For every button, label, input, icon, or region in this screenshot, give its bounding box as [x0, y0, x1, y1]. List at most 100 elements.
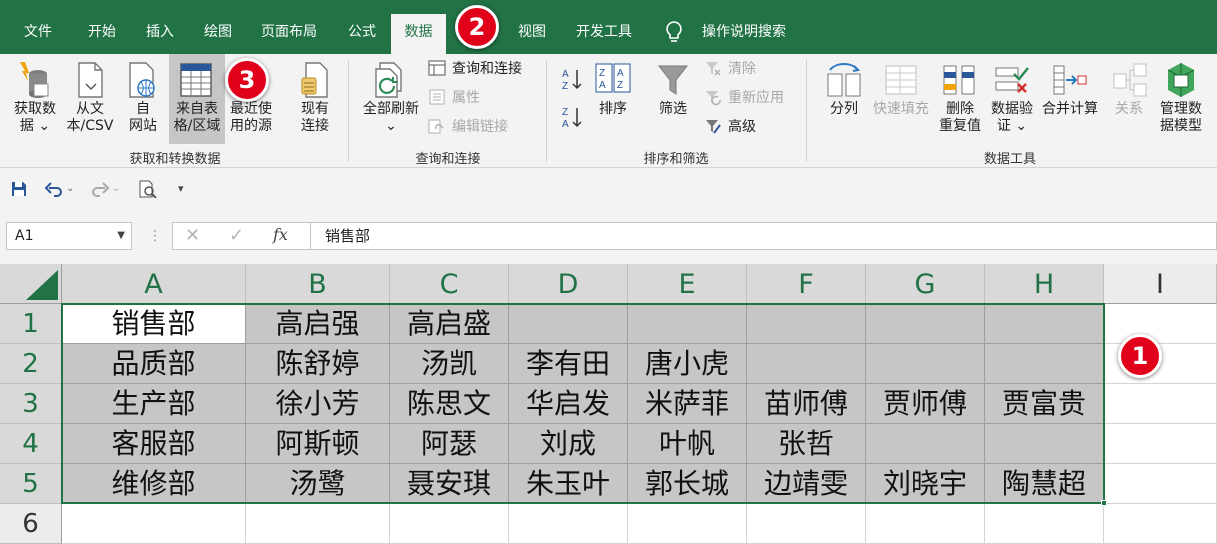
cell-c2[interactable]: 汤凯 [390, 344, 509, 384]
redo-icon[interactable] [90, 180, 110, 198]
sort-button[interactable]: ZAAZ 排序 [590, 54, 636, 144]
cell-h2[interactable] [985, 344, 1104, 384]
cell-d6[interactable] [509, 504, 628, 544]
enter-icon[interactable]: ✓ [229, 225, 244, 246]
consolidate-button[interactable]: 合并计算 [1038, 54, 1102, 144]
row-header-1[interactable]: 1 [0, 304, 62, 344]
cell-b2[interactable]: 陈舒婷 [246, 344, 390, 384]
row-header-3[interactable]: 3 [0, 384, 62, 424]
tell-me-search[interactable]: 操作说明搜索 [692, 14, 796, 54]
cell-h1[interactable] [985, 304, 1104, 344]
cell-c4[interactable]: 阿瑟 [390, 424, 509, 464]
text-to-columns-button[interactable]: 分列 [822, 54, 866, 144]
cell-e2[interactable]: 唐小虎 [628, 344, 747, 384]
save-icon[interactable] [10, 180, 28, 198]
row-header-6[interactable]: 6 [0, 504, 62, 544]
insert-function-button[interactable]: fx [273, 225, 288, 244]
tab-page-layout[interactable]: 页面布局 [250, 14, 328, 54]
get-data-button[interactable]: 获取数据 ⌄ [6, 54, 64, 144]
redo-dropdown-icon[interactable]: ⌄ [112, 180, 122, 198]
cell-a5[interactable]: 维修部 [62, 464, 246, 504]
queries-connections-button[interactable]: 查询和连接 [428, 56, 522, 82]
tab-data[interactable]: 数据 [391, 14, 446, 54]
cell-b3[interactable]: 徐小芳 [246, 384, 390, 424]
cell-f6[interactable] [747, 504, 866, 544]
name-box-dropdown-icon[interactable]: ▼ [117, 223, 125, 249]
cell-f4[interactable]: 张哲 [747, 424, 866, 464]
cell-g5[interactable]: 刘晓宇 [866, 464, 985, 504]
cell-h4[interactable] [985, 424, 1104, 464]
reapply-button[interactable]: 重新应用 [704, 85, 784, 111]
cell-a4[interactable]: 客服部 [62, 424, 246, 464]
cell-b4[interactable]: 阿斯顿 [246, 424, 390, 464]
advanced-filter-button[interactable]: 高级 [704, 114, 756, 140]
cell-i5[interactable] [1104, 464, 1217, 504]
undo-dropdown-icon[interactable]: ⌄ [66, 180, 76, 198]
column-header-h[interactable]: H [985, 264, 1104, 304]
tab-formulas[interactable]: 公式 [336, 14, 388, 54]
cell-c1[interactable]: 高启盛 [390, 304, 509, 344]
cell-d5[interactable]: 朱玉叶 [509, 464, 628, 504]
cell-d1[interactable] [509, 304, 628, 344]
tab-draw[interactable]: 绘图 [192, 14, 244, 54]
cell-i1[interactable] [1104, 304, 1217, 344]
row-header-2[interactable]: 2 [0, 344, 62, 384]
row-header-5[interactable]: 5 [0, 464, 62, 504]
sort-ascending-button[interactable]: AZ [560, 66, 584, 92]
cell-e5[interactable]: 郭长城 [628, 464, 747, 504]
column-header-g[interactable]: G [866, 264, 985, 304]
fill-handle[interactable] [1101, 500, 1107, 506]
tab-view[interactable]: 视图 [506, 14, 558, 54]
cell-d4[interactable]: 刘成 [509, 424, 628, 464]
column-header-a[interactable]: A [62, 264, 246, 304]
column-header-d[interactable]: D [509, 264, 628, 304]
manage-data-model-button[interactable]: 管理数 据模型 [1154, 54, 1208, 144]
cell-c3[interactable]: 陈思文 [390, 384, 509, 424]
relationships-button[interactable]: 关系 [1106, 54, 1152, 144]
refresh-all-button[interactable]: 全部刷新 ⌄ [358, 54, 424, 144]
tab-developer[interactable]: 开发工具 [564, 14, 644, 54]
cell-a3[interactable]: 生产部 [62, 384, 246, 424]
undo-icon[interactable] [44, 180, 64, 198]
cell-a2[interactable]: 品质部 [62, 344, 246, 384]
from-text-csv-button[interactable]: 从文 本/CSV [62, 54, 118, 144]
column-header-i[interactable]: I [1104, 264, 1217, 304]
properties-button[interactable]: 属性 [428, 85, 480, 111]
from-table-range-button[interactable]: 来自表 格/区域 [169, 54, 225, 144]
cell-i4[interactable] [1104, 424, 1217, 464]
tab-home[interactable]: 开始 [76, 14, 128, 54]
cell-g4[interactable] [866, 424, 985, 464]
cell-e6[interactable] [628, 504, 747, 544]
column-header-c[interactable]: C [390, 264, 509, 304]
formula-input[interactable]: 销售部 [310, 222, 1217, 250]
data-validation-button[interactable]: 数据验证 ⌄ [986, 54, 1038, 144]
column-header-b[interactable]: B [246, 264, 390, 304]
cell-c6[interactable] [390, 504, 509, 544]
column-header-e[interactable]: E [628, 264, 747, 304]
cell-f2[interactable] [747, 344, 866, 384]
flash-fill-button[interactable]: 快速填充 [868, 54, 934, 144]
select-all-button[interactable] [0, 264, 62, 304]
cell-a6[interactable] [62, 504, 246, 544]
cell-a1[interactable]: 销售部 [62, 304, 246, 344]
name-box[interactable]: A1 ▼ [6, 222, 132, 250]
edit-links-button[interactable]: 编辑链接 [428, 114, 508, 140]
cell-f5[interactable]: 边靖雯 [747, 464, 866, 504]
cell-b1[interactable]: 高启强 [246, 304, 390, 344]
clear-button[interactable]: 清除 [704, 56, 756, 82]
cell-g1[interactable] [866, 304, 985, 344]
filter-button[interactable]: 筛选 [650, 54, 696, 144]
customize-qat-icon[interactable]: ▾ [178, 180, 190, 198]
cancel-icon[interactable]: ✕ [185, 225, 200, 246]
cell-h5[interactable]: 陶慧超 [985, 464, 1104, 504]
cell-e1[interactable] [628, 304, 747, 344]
cell-b5[interactable]: 汤鹭 [246, 464, 390, 504]
remove-duplicates-button[interactable]: 删除 重复值 [934, 54, 986, 144]
cell-i3[interactable] [1104, 384, 1217, 424]
column-header-f[interactable]: F [747, 264, 866, 304]
cell-g2[interactable] [866, 344, 985, 384]
cell-g6[interactable] [866, 504, 985, 544]
cell-b6[interactable] [246, 504, 390, 544]
from-web-button[interactable]: 自网站 [120, 54, 166, 144]
sort-descending-button[interactable]: ZA [560, 104, 584, 130]
